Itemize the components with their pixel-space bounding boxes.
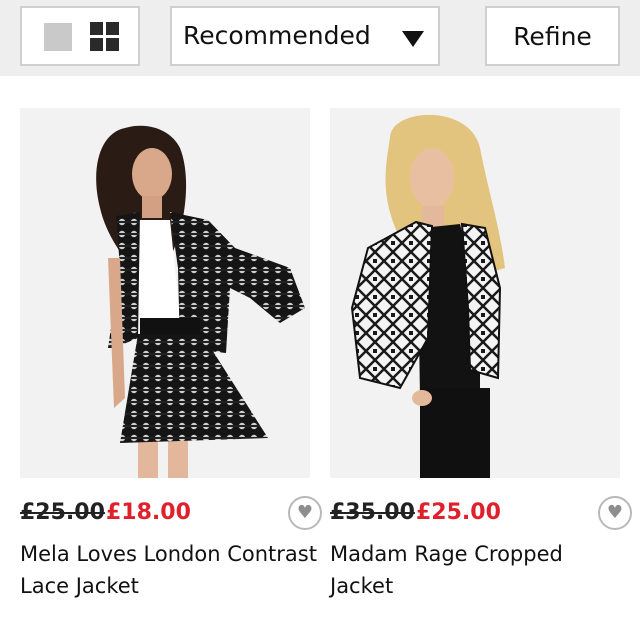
product-name[interactable]: Mela Loves London Contrast Lace Jacket [20,538,320,602]
sale-price: £25.00 [416,500,501,525]
product-card[interactable]: £35.00 £25.00 ♥ Madam Rage Cropped Jacke… [330,108,632,598]
caret-down-icon [402,31,424,47]
product-card[interactable]: £25.00 £18.00 ♥ Mela Loves London Contra… [20,108,322,598]
grid-view-icon[interactable] [90,22,120,52]
product-photo-lace-jacket [20,108,310,478]
product-photo-cropped-jacket [330,108,620,478]
heart-icon[interactable]: ♥ [288,496,322,530]
sort-dropdown[interactable]: Recommended [170,6,440,66]
refine-button[interactable]: Refine [485,6,620,66]
heart-icon[interactable]: ♥ [598,496,632,530]
toolbar: Recommended Refine [0,0,640,76]
product-name[interactable]: Madam Rage Cropped Jacket [330,538,630,602]
product-image[interactable] [20,108,310,478]
single-view-icon[interactable] [44,23,72,51]
price-row: £25.00 £18.00 ♥ [20,496,322,534]
original-price: £35.00 [330,500,415,525]
view-toggle [20,6,140,66]
sort-selected-label: Recommended [183,21,371,50]
product-image[interactable] [330,108,620,478]
price-row: £35.00 £25.00 ♥ [330,496,632,534]
original-price: £25.00 [20,500,105,525]
sale-price: £18.00 [106,500,191,525]
